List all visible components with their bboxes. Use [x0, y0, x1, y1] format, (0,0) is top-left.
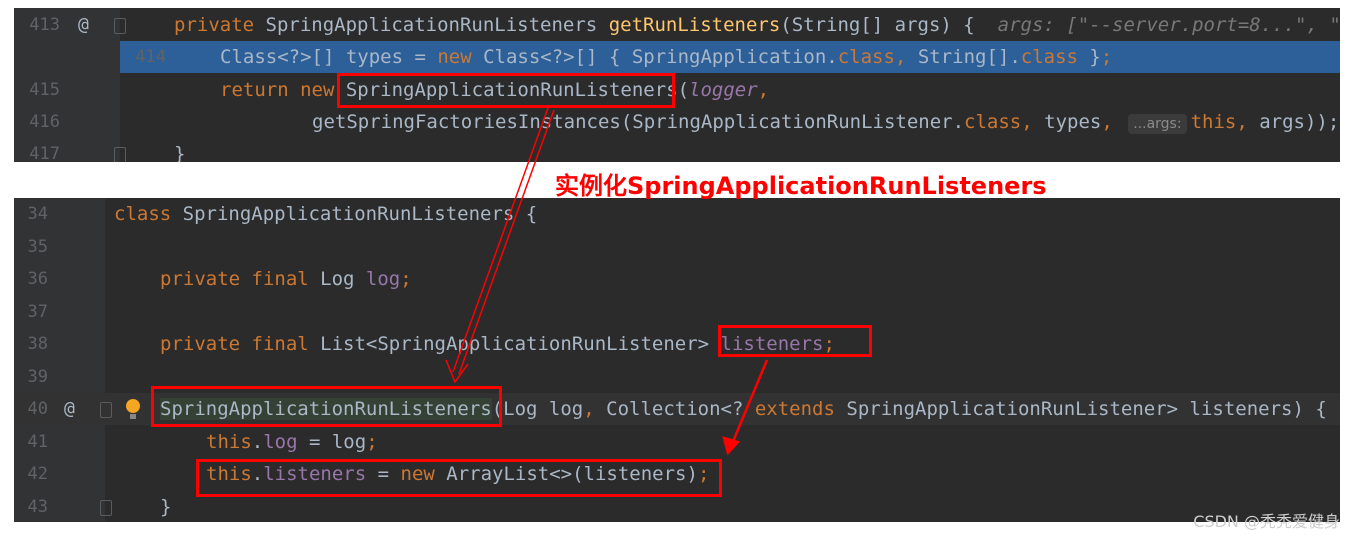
watermark: CSDN @秃秃爱健身: [1193, 512, 1340, 531]
arrow-to-constructor: [445, 107, 555, 384]
arrow-to-assign: [722, 359, 769, 456]
annotation-label: 实例化SpringApplicationRunListeners: [555, 172, 1047, 200]
annotation-arrows: [445, 107, 769, 456]
